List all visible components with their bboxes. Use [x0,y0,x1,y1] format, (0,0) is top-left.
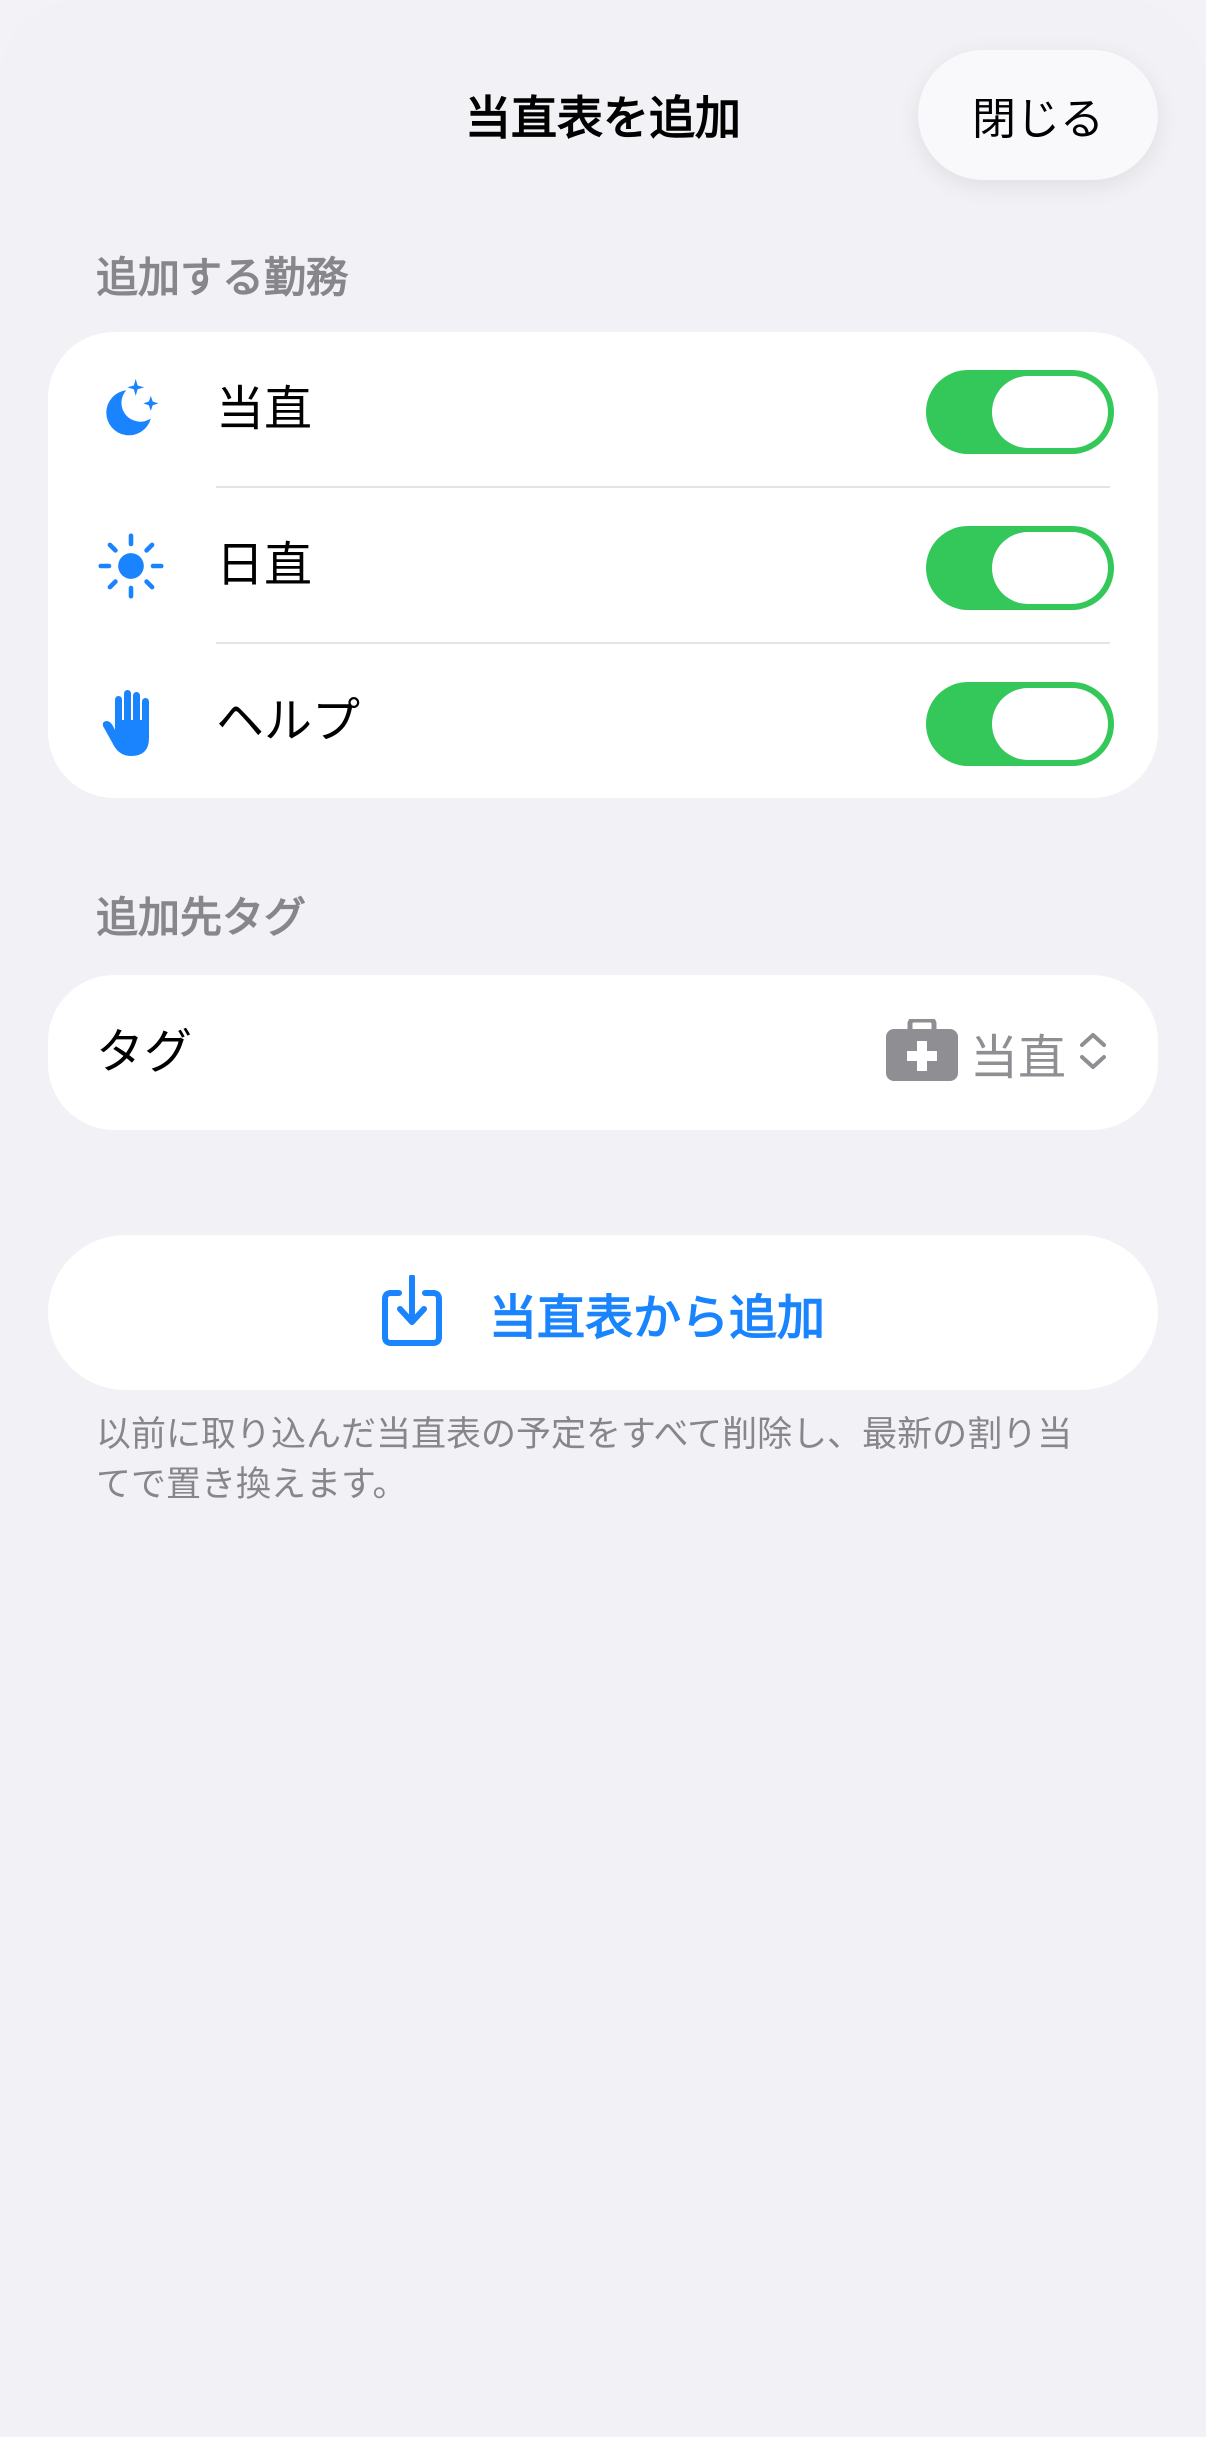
medical-case-icon [884,1017,960,1087]
tag-value-picker[interactable]: 当直 [884,975,1110,1130]
duty-label-day: 日直 [216,537,313,593]
duty-label-night: 当直 [216,381,313,437]
close-button[interactable]: 閉じる [918,50,1158,180]
duty-row-day: 日直 [48,488,1158,643]
hand-raised-icon [98,689,164,756]
replace-note: 以前に取り込んだ当直表の予定をすべて削除し、最新の割り当てで置き換えます。 [96,1415,1073,1505]
tag-label: タグ [96,1024,193,1080]
duty-row-night: 当直 [48,332,1158,487]
duties-section-header: 追加する勤務 [96,253,349,302]
night-duty-toggle[interactable] [926,370,1114,454]
tag-section-header: 追加先タグ [96,893,307,942]
duties-card: 当直 日直 ヘルプ [48,332,1158,798]
download-tray-icon [381,1273,443,1351]
day-duty-toggle[interactable] [926,526,1114,610]
chevron-up-down-icon [1076,1029,1110,1077]
add-from-duty-table-button[interactable]: 当直表から追加 [48,1235,1158,1390]
add-from-duty-table-label: 当直表から追加 [488,1289,825,1346]
tag-picker-row[interactable]: タグ 当直 [48,975,1158,1130]
moon-stars-icon [98,377,164,443]
tag-value: 当直 [969,1029,1066,1086]
help-duty-toggle[interactable] [926,682,1114,766]
modal-sheet: 当直表を追加 閉じる 追加する勤務 当直 日直 ヘルプ 追加先タグ タグ 当直 … [0,0,1206,2437]
sun-icon [98,533,164,599]
duty-label-help: ヘルプ [216,693,361,749]
duty-row-help: ヘルプ [48,644,1158,799]
